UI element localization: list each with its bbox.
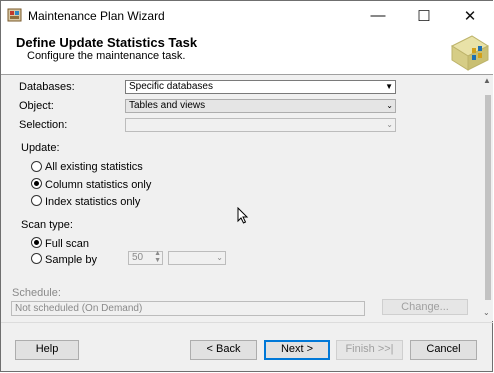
index-statistics-radio[interactable] xyxy=(31,195,42,206)
column-statistics-radio[interactable] xyxy=(31,178,42,189)
scroll-down-icon[interactable]: ⌄ xyxy=(483,308,490,317)
chevron-down-icon: ▼ xyxy=(385,82,393,91)
all-statistics-label[interactable]: All existing statistics xyxy=(45,161,143,173)
update-label: Update: xyxy=(21,142,60,154)
object-value: Tables and views xyxy=(129,100,206,111)
databases-dropdown[interactable]: Specific databases ▼ xyxy=(125,80,396,94)
full-scan-label[interactable]: Full scan xyxy=(45,238,89,250)
schedule-field: Not scheduled (On Demand) xyxy=(11,301,365,316)
change-schedule-button[interactable]: Change... xyxy=(382,299,468,315)
index-statistics-label[interactable]: Index statistics only xyxy=(45,196,140,208)
databases-label: Databases: xyxy=(19,81,75,93)
object-dropdown[interactable]: Tables and views ⌄ xyxy=(125,99,396,113)
cancel-button[interactable]: Cancel xyxy=(410,340,477,360)
chevron-down-icon: ⌄ xyxy=(386,101,393,110)
column-statistics-label[interactable]: Column statistics only xyxy=(45,179,151,191)
sample-by-radio[interactable] xyxy=(31,253,42,264)
databases-value: Specific databases xyxy=(129,81,213,92)
full-scan-radio[interactable] xyxy=(31,237,42,248)
scrollbar-thumb[interactable] xyxy=(485,95,491,300)
sample-value-stepper[interactable]: 50 ▲ ▼ xyxy=(128,250,163,265)
chevron-down-icon: ⌄ xyxy=(386,120,393,129)
back-button[interactable]: < Back xyxy=(190,340,257,360)
schedule-label: Schedule: xyxy=(12,287,61,299)
next-button[interactable]: Next > xyxy=(264,340,330,360)
object-label: Object: xyxy=(19,100,54,112)
schedule-value: Not scheduled (On Demand) xyxy=(15,303,143,314)
all-statistics-radio[interactable] xyxy=(31,161,42,172)
wizard-banner-icon xyxy=(450,35,490,71)
window-title: Maintenance Plan Wizard xyxy=(28,9,165,23)
help-button[interactable]: Help xyxy=(15,340,79,360)
sample-unit-dropdown[interactable]: ⌄ xyxy=(168,251,226,265)
footer-divider xyxy=(1,322,493,323)
wizard-header: Define Update Statistics Task Configure … xyxy=(1,30,493,75)
scroll-up-icon[interactable]: ▲ xyxy=(483,76,491,85)
sample-value: 50 xyxy=(132,252,144,263)
scan-type-label: Scan type: xyxy=(21,219,73,231)
spin-down-icon[interactable]: ▼ xyxy=(154,257,161,265)
wizard-app-icon xyxy=(7,8,22,22)
finish-button[interactable]: Finish >>| xyxy=(336,340,403,360)
title-bar[interactable]: Maintenance Plan Wizard — ☐ ✕ xyxy=(1,1,493,30)
wizard-window: Maintenance Plan Wizard — ☐ ✕ Define Upd… xyxy=(0,0,493,372)
selection-dropdown[interactable]: ⌄ xyxy=(125,118,396,132)
chevron-down-icon: ⌄ xyxy=(216,253,223,262)
selection-label: Selection: xyxy=(19,119,68,131)
mouse-cursor-icon xyxy=(237,207,249,224)
close-icon[interactable]: ✕ xyxy=(447,1,493,30)
page-title: Define Update Statistics Task xyxy=(16,35,198,50)
minimize-icon[interactable]: — xyxy=(355,1,401,30)
page-subtitle: Configure the maintenance task. xyxy=(27,50,186,62)
sample-by-label[interactable]: Sample by xyxy=(45,254,97,266)
maximize-icon[interactable]: ☐ xyxy=(401,1,447,30)
